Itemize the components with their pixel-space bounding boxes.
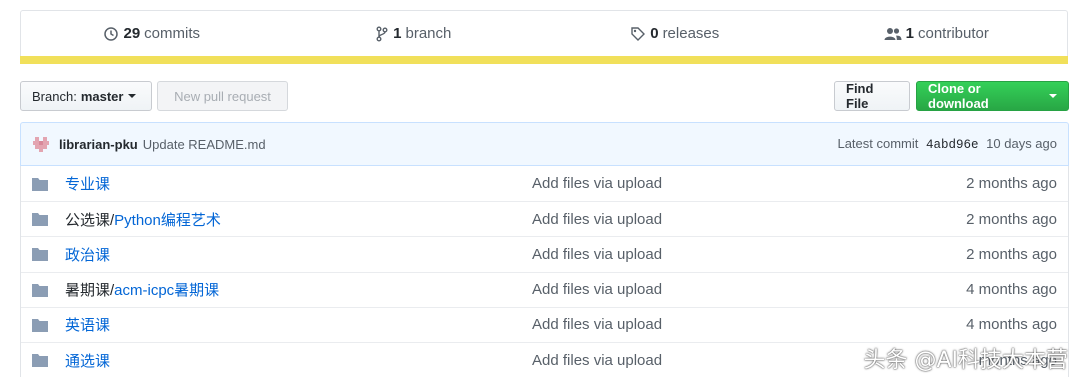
contributors-link[interactable]: 1 contributor — [806, 25, 1068, 42]
folder-link[interactable]: Python编程艺术 — [114, 212, 221, 229]
file-commit-message[interactable]: Add files via upload — [532, 246, 852, 263]
history-icon — [103, 26, 119, 42]
contributors-count: 1 — [905, 25, 914, 42]
releases-link[interactable]: 0 releases — [544, 25, 806, 42]
table-row: 专业课 Add files via upload 2 months ago — [21, 166, 1068, 201]
commit-meta: Latest commit 4abd96e 10 days ago — [837, 136, 1057, 152]
file-commit-message[interactable]: Add files via upload — [532, 352, 852, 369]
table-row: 英语课 Add files via upload 4 months ago — [21, 306, 1068, 342]
file-age: 2 months ago — [966, 245, 1057, 263]
branch-select-button[interactable]: Branch: master — [20, 81, 152, 111]
file-name: 通选课 — [62, 350, 532, 371]
clone-label: Clone or download — [928, 81, 989, 111]
branches-label: branch — [405, 25, 452, 42]
file-age: 4 months ago — [966, 281, 1057, 299]
commits-label: commits — [144, 25, 201, 42]
folder-icon — [21, 353, 62, 368]
latest-commit-bar: librarian-pku Update README.md Latest co… — [20, 122, 1069, 166]
avatar[interactable] — [32, 135, 50, 153]
people-icon — [884, 26, 902, 42]
table-row: 暑期课/acm-icpc暑期课 Add files via upload 4 m… — [21, 271, 1068, 307]
file-name: 政治课 — [62, 244, 532, 265]
new-pull-request-button[interactable]: New pull request — [157, 81, 288, 111]
file-commit-message[interactable]: Add files via upload — [532, 316, 852, 333]
file-age: 2 months ago — [966, 175, 1057, 193]
file-name: 公选课/Python编程艺术 — [65, 211, 221, 229]
folder-link[interactable]: 英语课 — [65, 317, 110, 334]
folder-icon — [21, 283, 62, 297]
file-name: 英语课 — [62, 314, 532, 335]
table-row: 公选课/Python编程艺术 Add files via upload 2 mo… — [21, 201, 1068, 236]
file-commit-message[interactable]: Add files via upload — [532, 211, 852, 228]
branches-count: 1 — [393, 25, 402, 42]
folder-link[interactable]: 政治课 — [65, 247, 110, 264]
caret-down-icon — [128, 94, 137, 98]
releases-label: releases — [662, 25, 720, 42]
find-file-button[interactable]: Find File — [834, 81, 910, 111]
file-age: 2 months ago — [966, 210, 1057, 228]
commits-count: 29 — [123, 25, 141, 42]
watermark: 头条 @AI科技大本营 — [863, 348, 1068, 373]
clone-or-download-button[interactable]: Clone or download — [916, 81, 1069, 111]
file-age: 4 months ago — [966, 316, 1057, 334]
folder-icon — [21, 247, 62, 262]
folder-icon — [21, 177, 62, 191]
file-name: 专业课 — [62, 173, 532, 194]
tag-icon — [630, 26, 646, 42]
branch-name: master — [80, 88, 124, 104]
commit-author-link[interactable]: librarian-pku — [59, 137, 138, 152]
folder-link[interactable]: acm-icpc暑期课 — [114, 282, 219, 299]
repo-summary: 29 commits 1 branch 0 releases 1 contrib… — [20, 10, 1068, 56]
contributors-label: contributor — [917, 25, 989, 42]
file-commit-message[interactable]: Add files via upload — [532, 175, 852, 192]
language-bar[interactable] — [20, 56, 1068, 64]
folder-icon — [21, 318, 62, 332]
repo-page: 29 commits 1 branch 0 releases 1 contrib… — [0, 0, 1080, 382]
commits-link[interactable]: 29 commits — [21, 25, 283, 42]
latest-commit-prefix: Latest commit — [837, 136, 919, 151]
table-row: 政治课 Add files via upload 2 months ago — [21, 236, 1068, 271]
commit-message-link[interactable]: Update README.md — [143, 137, 266, 152]
caret-down-icon — [1049, 94, 1057, 98]
file-commit-message[interactable]: Add files via upload — [532, 281, 852, 298]
file-name: 暑期课/acm-icpc暑期课 — [65, 282, 220, 300]
branches-link[interactable]: 1 branch — [283, 25, 545, 42]
branch-prefix: Branch: — [32, 88, 77, 104]
folder-link[interactable]: 专业课 — [65, 176, 110, 193]
folder-link[interactable]: 通选课 — [65, 353, 110, 370]
commit-sha-link[interactable]: 4abd96e — [926, 138, 979, 152]
commit-age: 10 days ago — [986, 136, 1057, 151]
releases-count: 0 — [650, 25, 659, 42]
git-branch-icon — [375, 26, 389, 42]
folder-icon — [21, 212, 62, 227]
